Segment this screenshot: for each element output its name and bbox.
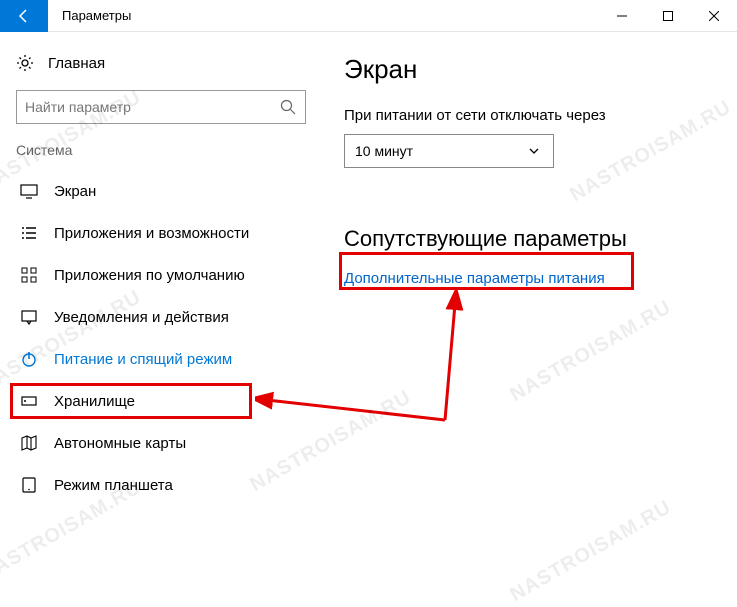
- sidebar: Главная Система Экран Приложения и возмо…: [0, 32, 320, 582]
- tablet-icon: [20, 476, 38, 494]
- nav-item-display[interactable]: Экран: [16, 170, 320, 212]
- nav-label: Хранилище: [54, 394, 135, 409]
- list-icon: [20, 224, 38, 242]
- search-input[interactable]: [25, 99, 279, 115]
- notification-icon: [20, 308, 38, 326]
- nav-item-power-sleep[interactable]: Питание и спящий режим: [16, 338, 320, 380]
- nav-label: Автономные карты: [54, 436, 186, 451]
- main-panel: Экран При питании от сети отключать чере…: [320, 32, 737, 582]
- nav-item-apps-features[interactable]: Приложения и возможности: [16, 212, 320, 254]
- additional-power-link[interactable]: Дополнительные параметры питания: [344, 270, 605, 287]
- search-icon: [279, 98, 297, 116]
- search-box[interactable]: [16, 90, 306, 124]
- nav-label: Режим планшета: [54, 478, 173, 493]
- plugged-in-select[interactable]: 10 минут: [344, 134, 554, 168]
- nav-label: Уведомления и действия: [54, 310, 229, 325]
- chevron-down-icon: [525, 142, 543, 160]
- minimize-icon: [617, 11, 627, 21]
- nav-label: Экран: [54, 184, 96, 199]
- page-heading: Экран: [344, 54, 717, 85]
- nav-item-storage[interactable]: Хранилище: [16, 380, 320, 422]
- content: Главная Система Экран Приложения и возмо…: [0, 32, 737, 582]
- select-value: 10 минут: [355, 143, 413, 159]
- monitor-icon: [20, 182, 38, 200]
- nav-item-notifications[interactable]: Уведомления и действия: [16, 296, 320, 338]
- power-icon: [20, 350, 38, 368]
- maximize-button[interactable]: [645, 0, 691, 32]
- close-button[interactable]: [691, 0, 737, 32]
- plugged-in-label: При питании от сети отключать через: [344, 107, 717, 124]
- category-label: Система: [16, 142, 320, 158]
- nav-label: Приложения и возможности: [54, 226, 249, 241]
- window-controls: [599, 0, 737, 32]
- nav-label: Питание и спящий режим: [54, 352, 232, 367]
- related-heading: Сопутствующие параметры: [344, 226, 717, 252]
- home-label: Главная: [48, 55, 105, 72]
- back-button[interactable]: [0, 0, 48, 32]
- home-link[interactable]: Главная: [16, 48, 320, 78]
- grid-icon: [20, 266, 38, 284]
- close-icon: [709, 11, 719, 21]
- nav-item-offline-maps[interactable]: Автономные карты: [16, 422, 320, 464]
- window-title: Параметры: [48, 8, 599, 23]
- gear-icon: [16, 54, 34, 72]
- arrow-left-icon: [16, 8, 32, 24]
- map-icon: [20, 434, 38, 452]
- maximize-icon: [663, 11, 673, 21]
- nav-item-tablet-mode[interactable]: Режим планшета: [16, 464, 320, 506]
- minimize-button[interactable]: [599, 0, 645, 32]
- nav-label: Приложения по умолчанию: [54, 268, 245, 283]
- storage-icon: [20, 392, 38, 410]
- titlebar: Параметры: [0, 0, 737, 32]
- nav-item-default-apps[interactable]: Приложения по умолчанию: [16, 254, 320, 296]
